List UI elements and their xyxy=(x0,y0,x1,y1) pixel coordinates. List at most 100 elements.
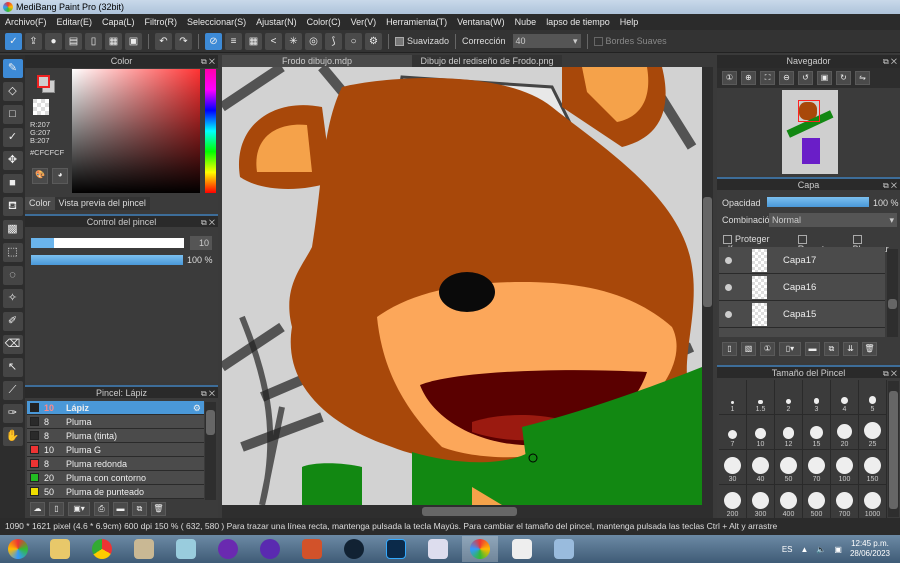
volume-icon[interactable]: 🔈 xyxy=(816,545,826,554)
fill-rect-tool-icon[interactable]: ■ xyxy=(2,174,23,193)
brush-item[interactable]: 10 Pluma G xyxy=(27,443,204,457)
brush-size-cell[interactable]: 5 xyxy=(859,380,887,415)
menu-item[interactable]: Editar(E) xyxy=(52,14,98,30)
panel-close-icon[interactable]: ⧉ ✕ xyxy=(201,216,215,229)
brush-item[interactable]: 8 Pluma redonda xyxy=(27,457,204,471)
panel-close-icon[interactable]: ⧉ ✕ xyxy=(201,55,215,68)
layer-opacity-slider[interactable] xyxy=(767,197,869,207)
page-icon[interactable]: ▯ xyxy=(85,32,102,50)
navigator-preview[interactable] xyxy=(782,90,838,174)
brush-size-cell[interactable]: 50 xyxy=(775,450,803,485)
parallel-snap-icon[interactable]: ≡ xyxy=(225,32,242,50)
taskbar-calculator[interactable] xyxy=(546,536,582,562)
merge-layer-icon[interactable]: ⇊ xyxy=(843,342,858,356)
delete-brush-icon[interactable]: 🗑 xyxy=(151,502,166,516)
bucket-tool-icon[interactable]: ⛾ xyxy=(2,197,23,216)
cloud-brush-icon[interactable]: ☁ xyxy=(30,502,45,516)
hue-slider[interactable] xyxy=(205,69,216,193)
dot-tool-icon[interactable]: □ xyxy=(2,105,23,124)
curve-snap-icon[interactable]: ⟆ xyxy=(325,32,342,50)
comment-icon[interactable]: ● xyxy=(45,32,62,50)
magic-wand-tool-icon[interactable]: ✧ xyxy=(2,289,23,308)
tab-brush-preview[interactable]: Vista previa del pincel xyxy=(54,197,150,210)
brush-size-cell[interactable]: 1.5 xyxy=(747,380,775,415)
menu-item[interactable]: Capa(L) xyxy=(97,14,140,30)
flip-icon[interactable]: ⇋ xyxy=(855,71,870,85)
brush-size-cell[interactable]: 400 xyxy=(775,485,803,520)
visibility-icon[interactable] xyxy=(725,283,732,291)
transparent-swatch[interactable] xyxy=(33,99,49,115)
brush-size-cell[interactable]: 3 xyxy=(803,380,831,415)
brush-size-cell[interactable]: 300 xyxy=(747,485,775,520)
select-eraser-tool-icon[interactable]: ⌫ xyxy=(2,335,23,354)
ellipse-snap-icon[interactable]: ○ xyxy=(345,32,362,50)
brush-size-cell[interactable]: 150 xyxy=(859,450,887,485)
rotate-reset-icon[interactable]: ▣ xyxy=(817,71,832,85)
visibility-icon[interactable] xyxy=(725,256,732,264)
redo-icon[interactable]: ↷ xyxy=(175,32,192,50)
panel-close-icon[interactable]: ⧉ ✕ xyxy=(883,55,897,68)
operation-tool-icon[interactable]: ↖ xyxy=(2,358,23,377)
menu-item[interactable]: Archivo(F) xyxy=(0,14,52,30)
brush-tool-icon[interactable]: ✎ xyxy=(2,59,23,78)
menu-item[interactable]: Ver(V) xyxy=(346,14,382,30)
brush-size-cell[interactable]: 12 xyxy=(775,415,803,450)
taskbar-powerpoint[interactable] xyxy=(294,536,330,562)
menu-item[interactable]: Help xyxy=(615,14,644,30)
layer-item[interactable] xyxy=(719,328,885,337)
layer-scrollbar[interactable] xyxy=(887,249,898,337)
rotate-right-icon[interactable]: ↻ xyxy=(836,71,851,85)
brush-item[interactable]: 10 Lápiz ⚙ xyxy=(27,401,204,415)
canvas-vertical-scrollbar[interactable] xyxy=(702,67,713,505)
tray-arrow-icon[interactable]: ▲ xyxy=(801,545,809,554)
palette-icon[interactable]: 🎨 xyxy=(32,168,48,184)
menu-item[interactable]: lapso de tiempo xyxy=(541,14,615,30)
brush-size-cell[interactable]: 1 xyxy=(719,380,747,415)
move-tool-icon[interactable]: ✥ xyxy=(2,151,23,170)
clock[interactable]: 12:45 p.m. 28/06/2023 xyxy=(850,539,890,559)
panel-close-icon[interactable]: ⧉ ✕ xyxy=(883,179,897,192)
palette-settings-icon[interactable]: ◕ xyxy=(52,168,68,184)
taskbar-photoshop[interactable] xyxy=(378,536,414,562)
start-button[interactable] xyxy=(0,536,36,562)
layer-item[interactable]: Capa17 xyxy=(719,247,885,274)
brush-list-scrollbar[interactable] xyxy=(205,402,216,500)
hand-tool-icon[interactable]: ✋ xyxy=(2,427,23,446)
grid-snap-icon[interactable]: ▦ xyxy=(245,32,262,50)
rect-select-tool-icon[interactable]: ⬚ xyxy=(2,243,23,262)
foreground-color-swatch[interactable] xyxy=(37,75,50,88)
select-pen-tool-icon[interactable]: ✐ xyxy=(2,312,23,331)
new-layer-icon[interactable]: ▯ xyxy=(722,342,737,356)
brush-size-cell[interactable]: 40 xyxy=(747,450,775,485)
taskbar-app-white[interactable] xyxy=(504,536,540,562)
divide-tool-icon[interactable]: ⟋ xyxy=(2,381,23,400)
brush-size-cell[interactable]: 500 xyxy=(803,485,831,520)
note-icon[interactable]: ▤ xyxy=(65,32,82,50)
brush-size-cell[interactable]: 25 xyxy=(859,415,887,450)
menu-item[interactable]: Herramienta(T) xyxy=(381,14,452,30)
panel-close-icon[interactable]: ⧉ ✕ xyxy=(883,367,897,380)
taskbar-paint[interactable] xyxy=(126,536,162,562)
brush-size-value[interactable]: 10 xyxy=(190,236,212,250)
add-brush-menu-icon[interactable]: ▣▾ xyxy=(68,502,90,516)
lasso-tool-icon[interactable]: ◌ xyxy=(2,266,23,285)
snap-settings-icon[interactable]: ⚙ xyxy=(365,32,382,50)
taskbar-app-purple1[interactable] xyxy=(210,536,246,562)
canvas-horizontal-scrollbar[interactable] xyxy=(222,505,713,518)
eyedropper-tool-icon[interactable]: ✑ xyxy=(2,404,23,423)
menu-item[interactable]: Ajustar(N) xyxy=(251,14,302,30)
brush-size-cell[interactable]: 700 xyxy=(831,485,859,520)
drawing-canvas[interactable] xyxy=(222,67,702,505)
brush-size-cell[interactable]: 200 xyxy=(719,485,747,520)
new-1bit-layer-icon[interactable]: ① xyxy=(760,342,775,356)
brush-size-cell[interactable]: 15 xyxy=(803,415,831,450)
brush-size-cell[interactable]: 10 xyxy=(747,415,775,450)
taskbar-app-purple2[interactable] xyxy=(252,536,288,562)
menu-item[interactable]: Ventana(W) xyxy=(452,14,510,30)
visibility-icon[interactable] xyxy=(725,310,732,318)
cloud-icon[interactable]: ✓ xyxy=(5,32,22,50)
circle-snap-icon[interactable]: ◎ xyxy=(305,32,322,50)
menu-item[interactable]: Filtro(R) xyxy=(140,14,183,30)
brush-size-cell[interactable]: 2 xyxy=(775,380,803,415)
snap-off-icon[interactable]: ⊘ xyxy=(205,32,222,50)
